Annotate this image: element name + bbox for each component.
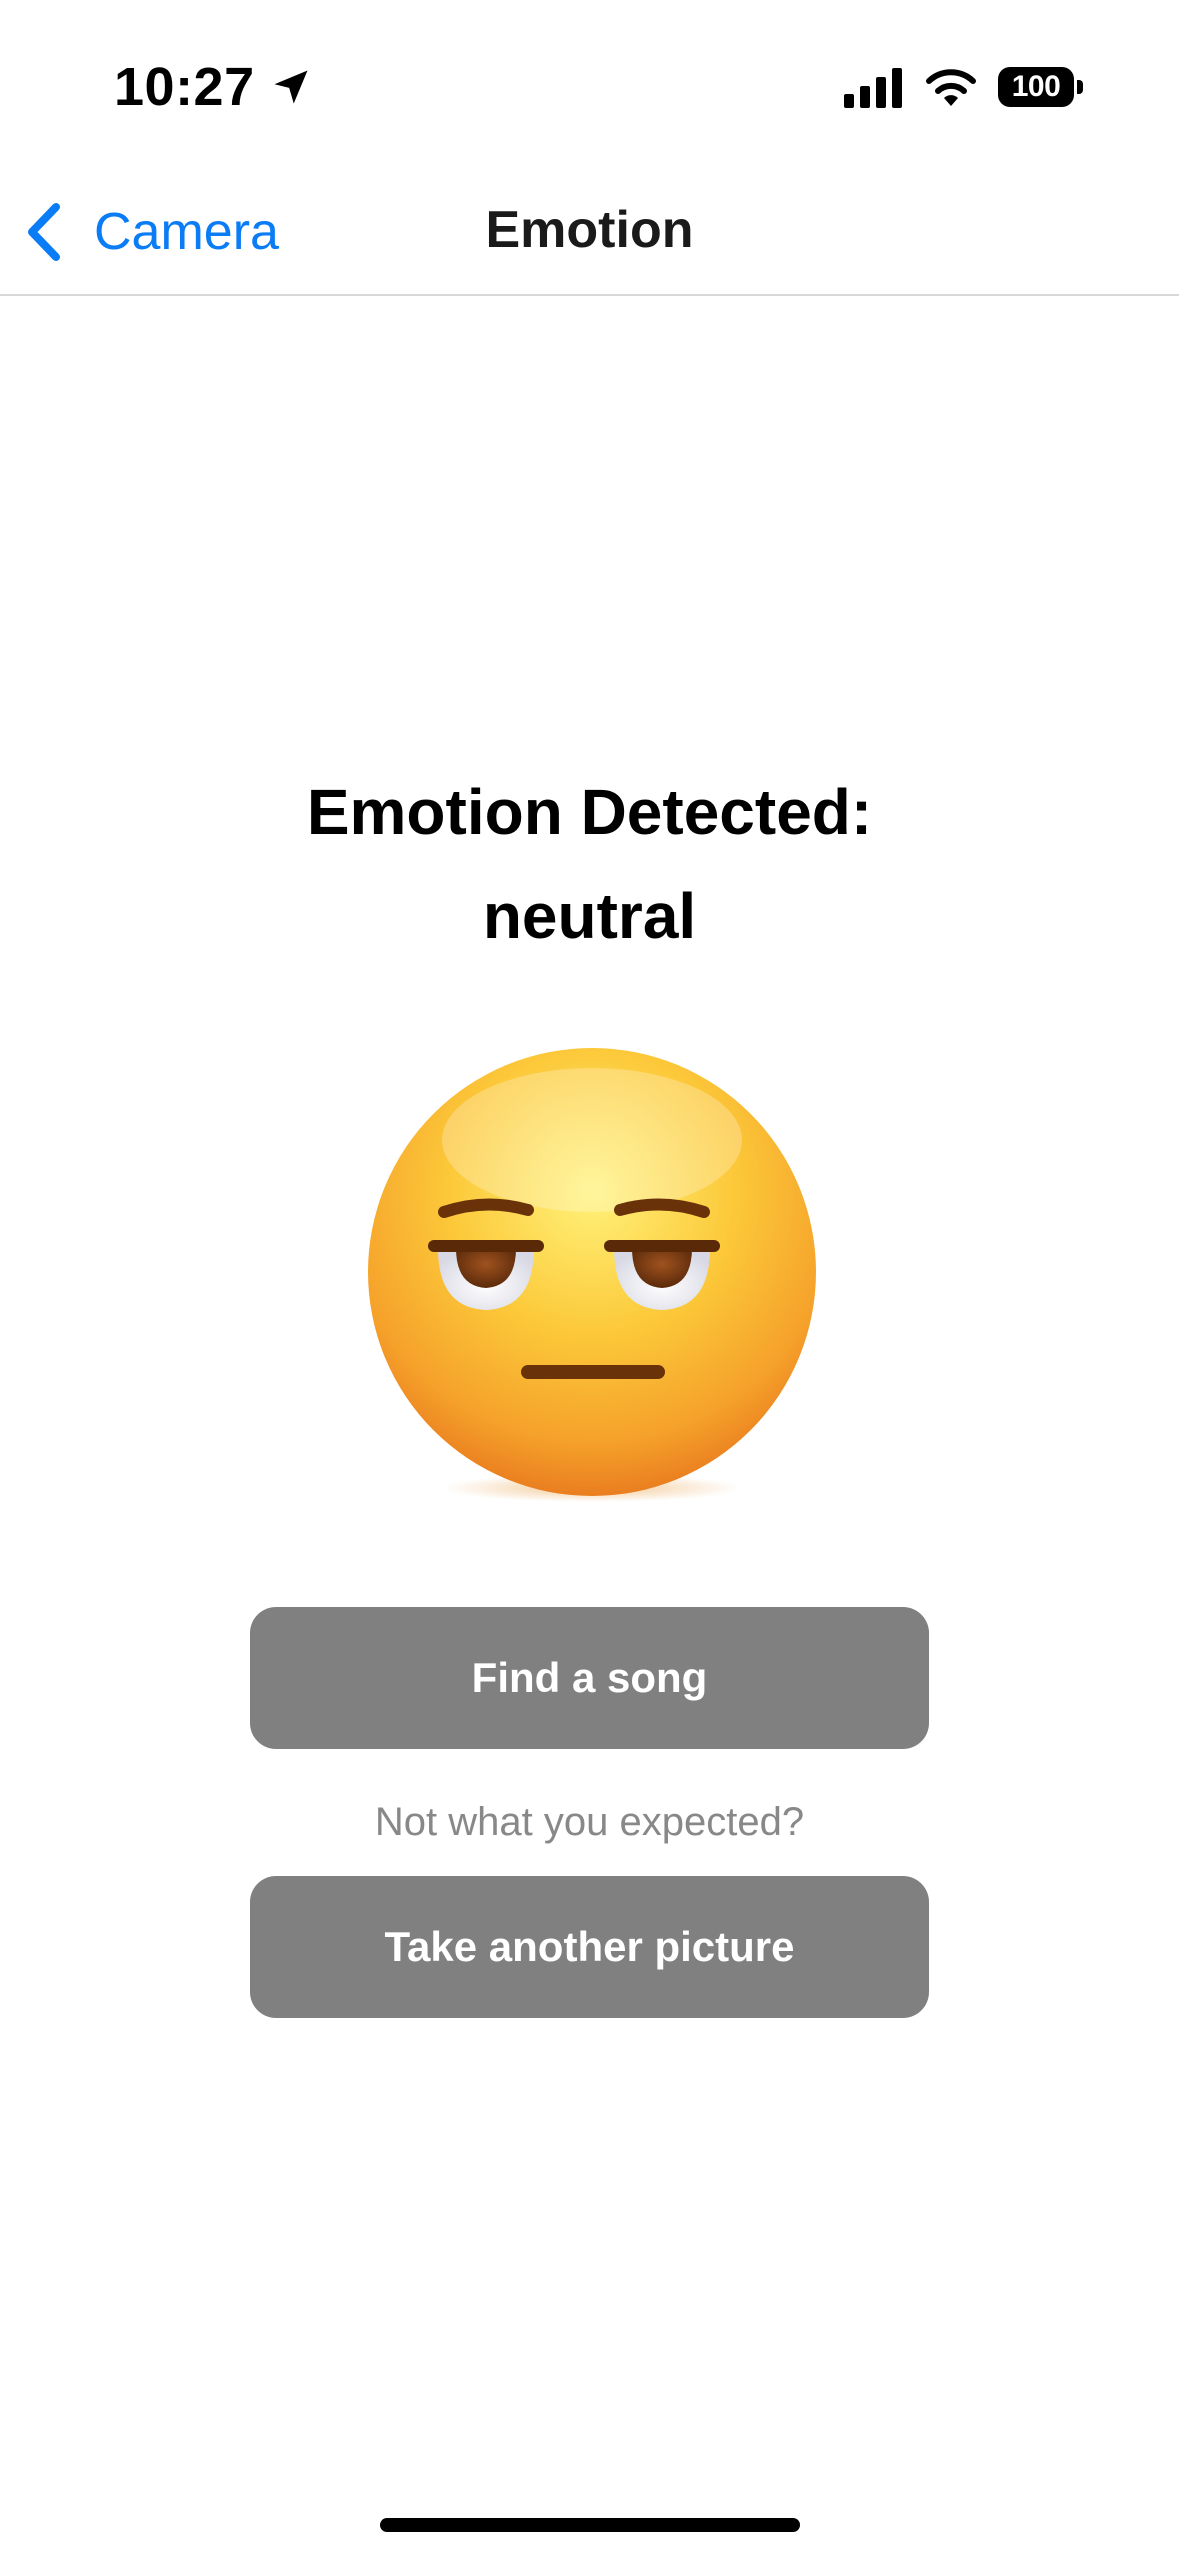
battery-icon: 100: [998, 67, 1074, 107]
emotion-detected-heading: Emotion Detected: neutral: [0, 760, 1179, 968]
status-time: 10:27: [114, 57, 255, 117]
chevron-left-icon: [24, 201, 64, 263]
heading-line-1: Emotion Detected:: [306, 776, 873, 848]
wifi-icon: [924, 66, 978, 108]
find-song-button[interactable]: Find a song: [250, 1607, 929, 1749]
home-indicator[interactable]: [380, 2518, 800, 2532]
status-time-group: 10:27: [114, 52, 313, 122]
unamused-face-emoji: [352, 1040, 832, 1520]
cellular-signal-icon: [844, 66, 904, 108]
battery-cap: [1077, 80, 1083, 94]
status-indicators: 100: [844, 62, 1083, 112]
location-arrow-icon: [269, 65, 313, 109]
back-button[interactable]: Camera: [24, 194, 279, 270]
take-another-picture-label: Take another picture: [384, 1923, 795, 1970]
find-song-button-label: Find a song: [471, 1654, 708, 1701]
take-another-picture-button[interactable]: Take another picture: [250, 1876, 929, 2018]
navigation-bar: Emotion Camera: [0, 170, 1179, 296]
battery-level: 100: [1011, 70, 1061, 103]
detected-emotion-value: neutral: [482, 880, 697, 952]
back-button-label: Camera: [94, 203, 279, 261]
status-bar: 10:27 100: [0, 0, 1179, 170]
not-expected-hint: Not what you expected?: [374, 1800, 805, 1844]
